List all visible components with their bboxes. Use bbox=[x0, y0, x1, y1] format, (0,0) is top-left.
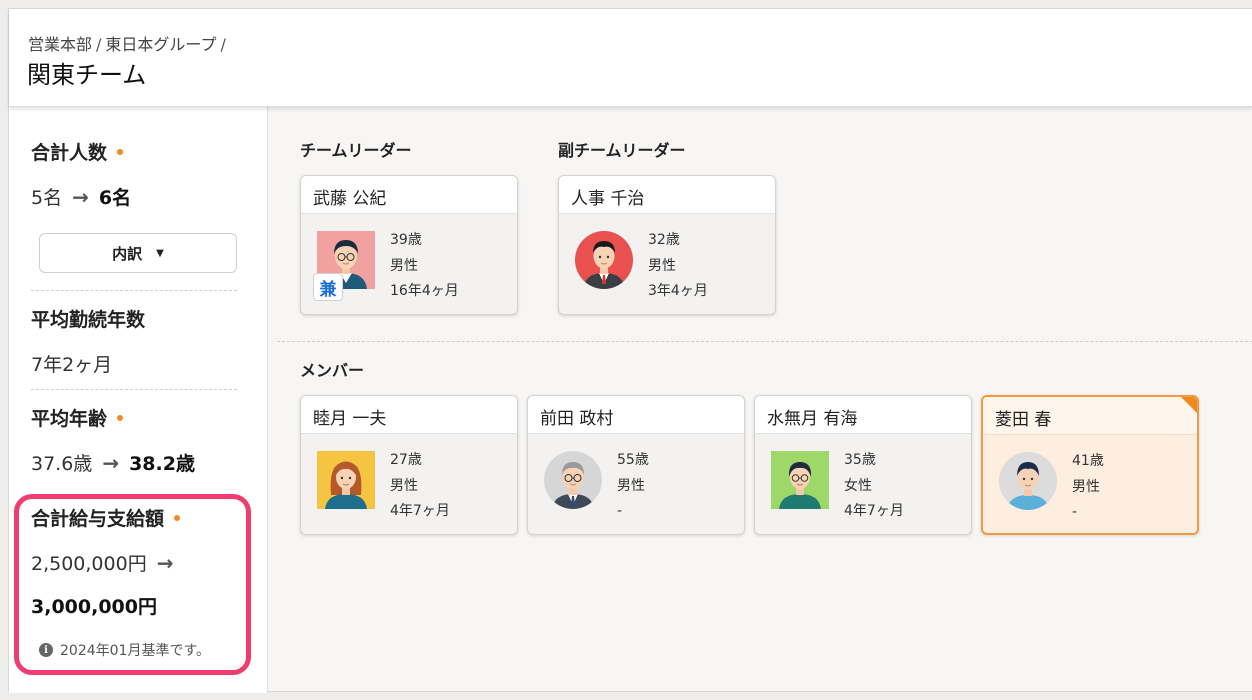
member-name: 武藤 公紀 bbox=[301, 176, 517, 214]
member-tenure: 4年7ヶ月 bbox=[390, 503, 450, 519]
breakdown-label: 内訳 bbox=[112, 244, 143, 263]
breadcrumb: 営業本部 / 東日本グループ / bbox=[28, 31, 230, 55]
member-gender: 男性 bbox=[390, 477, 418, 494]
breadcrumb-item[interactable]: 営業本部 bbox=[28, 31, 92, 55]
member-age: 35歳 bbox=[844, 452, 876, 468]
member-gender: 男性 bbox=[617, 477, 645, 494]
section-divider bbox=[277, 341, 1252, 342]
member-age: 55歳 bbox=[617, 452, 649, 468]
summary-sidebar: 合計人数 5名 → 6名 内訳 ▼ 平均勤続年数 7年2ヶ月 平均年齢 37.6… bbox=[9, 107, 268, 693]
highlight-annotation bbox=[14, 494, 251, 675]
member-gender: 男性 bbox=[390, 257, 418, 274]
breadcrumb-item[interactable]: 東日本グループ bbox=[105, 31, 216, 55]
avg-tenure-title: 平均勤続年数 bbox=[31, 309, 146, 331]
member-age: 32歳 bbox=[648, 232, 680, 248]
member-age: 39歳 bbox=[390, 232, 422, 248]
section-title-sub-leader: 副チームリーダー bbox=[558, 141, 686, 160]
member-tenure: 4年7ヶ月 bbox=[844, 503, 904, 519]
page-title: 関東チーム bbox=[27, 61, 147, 89]
change-dot-icon bbox=[117, 414, 124, 421]
headcount-value: 5名 → 6名 bbox=[31, 183, 237, 210]
member-card[interactable]: 睦月 一夫 27歳 男性 4年7ヶ月 bbox=[300, 395, 518, 535]
leader-card[interactable]: 武藤 公紀 兼 39歳 男性 16年4ヶ月 bbox=[300, 175, 518, 315]
avg-age-title-label: 平均年齢 bbox=[31, 408, 108, 430]
headcount-from: 5名 bbox=[31, 187, 63, 209]
member-gender: 女性 bbox=[844, 477, 872, 494]
headcount-stat: 合計人数 5名 → 6名 bbox=[31, 138, 237, 210]
card-body: 55歳 男性 - bbox=[528, 434, 744, 534]
member-name: 菱田 春 bbox=[983, 397, 1197, 435]
member-gender: 男性 bbox=[1072, 478, 1100, 495]
member-info: 55歳 男性 - bbox=[617, 448, 649, 525]
avatar bbox=[317, 451, 375, 509]
avg-tenure-stat: 平均勤続年数 7年2ヶ月 bbox=[31, 305, 237, 377]
section-title-members: メンバー bbox=[300, 361, 365, 380]
headcount-title: 合計人数 bbox=[31, 138, 237, 165]
member-card[interactable]: 前田 政村 55歳 男性 - bbox=[527, 395, 745, 535]
member-info: 35歳 女性 4年7ヶ月 bbox=[844, 448, 904, 525]
headcount-to: 6名 bbox=[98, 187, 132, 209]
avg-age-from: 37.6歳 bbox=[31, 453, 93, 475]
member-tenure: 3年4ヶ月 bbox=[648, 283, 708, 299]
member-name: 人事 千治 bbox=[559, 176, 775, 214]
member-tenure: - bbox=[1072, 504, 1078, 520]
divider bbox=[31, 290, 237, 291]
arrow-right-icon: → bbox=[72, 184, 89, 209]
card-body: 41歳 男性 - bbox=[983, 435, 1197, 533]
member-age: 27歳 bbox=[390, 452, 422, 468]
avatar bbox=[999, 452, 1057, 510]
arrow-right-icon: → bbox=[102, 450, 120, 475]
avg-age-title: 平均年齢 bbox=[31, 404, 237, 431]
card-body: 35歳 女性 4年7ヶ月 bbox=[755, 434, 971, 534]
change-dot-icon bbox=[117, 148, 124, 155]
member-age: 41歳 bbox=[1072, 453, 1104, 469]
card-body: 32歳 男性 3年4ヶ月 bbox=[559, 214, 775, 314]
member-info: 27歳 男性 4年7ヶ月 bbox=[390, 448, 450, 525]
avg-tenure-value: 7年2ヶ月 bbox=[31, 354, 113, 376]
app-frame: 営業本部 / 東日本グループ / 関東チーム 合計人数 5名 → 6名 内訳 ▼ 平均… bbox=[8, 8, 1252, 693]
member-info: 41歳 男性 - bbox=[1072, 449, 1104, 526]
member-info: 39歳 男性 16年4ヶ月 bbox=[390, 228, 459, 305]
sub-leader-card[interactable]: 人事 千治 32歳 男性 3年4ヶ月 bbox=[558, 175, 776, 315]
avg-age-stat: 平均年齢 37.6歳 → 38.2歳 bbox=[31, 404, 237, 476]
avatar bbox=[771, 451, 829, 509]
member-card[interactable]: 水無月 有海 35歳 女性 4年7ヶ月 bbox=[754, 395, 972, 535]
section-title-leader: チームリーダー bbox=[300, 141, 412, 160]
page-header: 営業本部 / 東日本グループ / 関東チーム bbox=[9, 9, 1252, 107]
concurrent-role-badge: 兼 bbox=[313, 273, 343, 301]
member-gender: 男性 bbox=[648, 257, 676, 274]
breadcrumb-separator: / bbox=[96, 35, 102, 54]
caret-down-icon: ▼ bbox=[156, 247, 164, 259]
member-tenure: 16年4ヶ月 bbox=[390, 283, 459, 299]
member-name: 水無月 有海 bbox=[755, 396, 971, 434]
breakdown-dropdown-button[interactable]: 内訳 ▼ bbox=[39, 233, 237, 273]
headcount-title-label: 合計人数 bbox=[31, 142, 108, 164]
member-info: 32歳 男性 3年4ヶ月 bbox=[648, 228, 708, 305]
selected-corner-marker bbox=[1181, 397, 1197, 413]
breadcrumb-separator: / bbox=[220, 35, 226, 54]
member-card-selected[interactable]: 菱田 春 41歳 男性 - bbox=[981, 395, 1199, 535]
avg-age-to: 38.2歳 bbox=[129, 453, 195, 475]
member-name: 前田 政村 bbox=[528, 396, 744, 434]
avatar bbox=[544, 451, 602, 509]
divider bbox=[31, 389, 237, 390]
member-tenure: - bbox=[617, 503, 623, 519]
card-body: 兼 39歳 男性 16年4ヶ月 bbox=[301, 214, 517, 314]
avg-age-value: 37.6歳 → 38.2歳 bbox=[31, 449, 237, 476]
avatar bbox=[575, 231, 633, 289]
card-body: 27歳 男性 4年7ヶ月 bbox=[301, 434, 517, 534]
member-name: 睦月 一夫 bbox=[301, 396, 517, 434]
